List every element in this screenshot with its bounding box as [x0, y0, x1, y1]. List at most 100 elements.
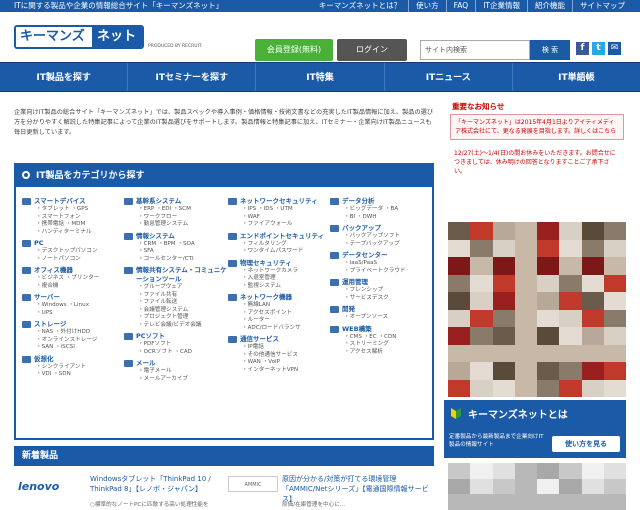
category-heading[interactable]: 情報システム	[124, 232, 228, 241]
twitter-icon[interactable]: t	[592, 42, 605, 55]
category-item[interactable]: ・ADC/ロードバランサ	[228, 325, 332, 333]
category-heading[interactable]: 通信サービス	[228, 335, 332, 344]
site-logo[interactable]: キーマンズ ネット	[14, 25, 144, 49]
category-heading[interactable]: 運用管理	[330, 278, 434, 287]
nav-news[interactable]: ITニュース	[385, 63, 513, 91]
nav-seminars[interactable]: ITセミナーを探す	[128, 63, 257, 91]
category-item[interactable]: ・その他通信サービス	[228, 352, 332, 360]
category-heading[interactable]: 開発	[330, 305, 434, 314]
nav-features[interactable]: IT特集	[256, 63, 385, 91]
category-item[interactable]: ・無線LAN	[228, 302, 332, 310]
login-button[interactable]: ログイン	[337, 39, 407, 61]
top-link-sitemap[interactable]: サイトマップ	[572, 0, 632, 12]
facebook-icon[interactable]: f	[576, 42, 589, 55]
category-item[interactable]: ・入退室管理	[228, 275, 332, 283]
search-input[interactable]: サイト内検索	[420, 40, 530, 60]
category-heading[interactable]: 基幹系システム	[124, 197, 228, 206]
category-item[interactable]: ・サービスデスク	[330, 295, 434, 303]
category-heading[interactable]: サーバー	[22, 293, 126, 302]
nav-glossary[interactable]: IT単語帳	[513, 63, 640, 91]
category-heading[interactable]: PC	[22, 239, 126, 248]
category-item[interactable]: ・CRM ・BPM ・SOA	[124, 241, 228, 249]
news-item-title[interactable]: Windowsタブレット「ThinkPad 10 / ThinkPad 8」【レ…	[90, 474, 230, 494]
nav-products[interactable]: IT製品を探す	[0, 63, 129, 91]
category-heading[interactable]: スマートデバイス	[22, 197, 126, 206]
mail-icon[interactable]: ✉	[608, 42, 621, 55]
notice-text[interactable]: 「キーマンズネット」は2015年4月1日よりアイティメディア株式会社にて、更なる…	[450, 114, 624, 140]
category-item[interactable]: ・UPS	[22, 310, 126, 318]
category-heading[interactable]: バックアップ	[330, 224, 434, 233]
category-item[interactable]: ・ネットワークカメラ	[228, 268, 332, 276]
category-item[interactable]: ・プロジェクト管理	[124, 314, 228, 322]
category-item[interactable]: ・フィルタリング	[228, 241, 332, 249]
category-item[interactable]: ・アクセス解析	[330, 349, 434, 357]
category-item[interactable]: ・CMS ・EC ・CDN	[330, 334, 434, 342]
top-link-company[interactable]: IT企業情報	[475, 0, 527, 12]
category-heading[interactable]: WEB構築	[330, 325, 434, 334]
category-item[interactable]: ・ビッグデータ ・BA	[330, 206, 434, 214]
category-item[interactable]: ・インターネットVPN	[228, 367, 332, 375]
category-item[interactable]: ・ERP ・EDI ・SCM	[124, 206, 228, 214]
category-item[interactable]: ・会議管理システム	[124, 307, 228, 315]
category-item[interactable]: ・ハンディターミナル	[22, 229, 126, 237]
category-item[interactable]: ・スマートフォン	[22, 214, 126, 222]
category-heading[interactable]: エンドポイントセキュリティ	[228, 232, 332, 241]
category-item[interactable]: ・PDFソフト	[124, 341, 228, 349]
banner-ad[interactable]	[448, 222, 626, 397]
top-link-usage[interactable]: 使い方	[408, 0, 446, 12]
category-item[interactable]: ・電子メール	[124, 368, 228, 376]
top-link-referral[interactable]: 紹介機能	[527, 0, 572, 12]
category-heading[interactable]: ネットワークセキュリティ	[228, 197, 332, 206]
category-item[interactable]: ・ルーター	[228, 317, 332, 325]
category-heading[interactable]: データ分析	[330, 197, 434, 206]
top-link-faq[interactable]: FAQ	[445, 0, 476, 12]
category-item[interactable]: ・テープバックアップ	[330, 241, 434, 249]
category-item[interactable]: ・IP電話	[228, 344, 332, 352]
category-item[interactable]: ・Windows ・Linux	[22, 302, 126, 310]
category-item[interactable]: ・タブレット ・GPS	[22, 206, 126, 214]
category-heading[interactable]: データセンター	[330, 251, 434, 260]
category-item[interactable]: ・ファイル共有	[124, 292, 228, 300]
category-heading[interactable]: PCソフト	[124, 332, 228, 341]
category-item[interactable]: ・OCRソフト ・CAD	[124, 349, 228, 357]
category-item[interactable]: ・ファイアウォール	[228, 221, 332, 229]
category-item[interactable]: ・デスクトップパソコン	[22, 248, 126, 256]
category-item[interactable]: ・シンクライアント	[22, 364, 126, 372]
category-item[interactable]: ・オンラインストレージ	[22, 337, 126, 345]
category-item[interactable]: ・WAN ・VoIP	[228, 359, 332, 367]
category-item[interactable]: ・SAN ・iSCSI	[22, 344, 126, 352]
category-item[interactable]: ・BI ・DWH	[330, 214, 434, 222]
category-heading[interactable]: オフィス機器	[22, 266, 126, 275]
category-item[interactable]: ・NAS ・外付けHDD	[22, 329, 126, 337]
category-item[interactable]: ・勤怠管理システム	[124, 221, 228, 229]
category-heading[interactable]: ネットワーク機器	[228, 293, 332, 302]
category-item[interactable]: ・WAF	[228, 214, 332, 222]
category-item[interactable]: ・ノートパソコン	[22, 256, 126, 264]
category-item[interactable]: ・テレビ会議/ビデオ会議	[124, 322, 228, 330]
category-heading[interactable]: 情報共有システム・コミュニケーションツール	[124, 266, 228, 284]
category-item[interactable]: ・バックアップソフト	[330, 233, 434, 241]
category-heading[interactable]: ストレージ	[22, 320, 126, 329]
category-item[interactable]: ・プライベートクラウド	[330, 268, 434, 276]
category-item[interactable]: ・グループウェア	[124, 284, 228, 292]
category-heading[interactable]: メール	[124, 359, 228, 368]
category-item[interactable]: ・オープンソース	[330, 314, 434, 322]
top-link-about[interactable]: キーマンズネットとは？	[312, 0, 408, 12]
category-item[interactable]: ・アクセスポイント	[228, 310, 332, 318]
category-item[interactable]: ・ワンタイムパスワード	[228, 248, 332, 256]
search-button[interactable]: 検 索	[530, 40, 570, 60]
about-banner[interactable]: キーマンズネットとは 定番製品から最新製品まで企業向けIT製品の情報サイト 使い…	[444, 400, 626, 458]
category-heading[interactable]: 仮想化	[22, 355, 126, 364]
category-heading[interactable]: 物理セキュリティ	[228, 259, 332, 268]
category-item[interactable]: ・VDI ・SDN	[22, 371, 126, 379]
category-item[interactable]: ・ファイル転送	[124, 299, 228, 307]
category-item[interactable]: ・複合機	[22, 283, 126, 291]
category-item[interactable]: ・コールセンター/CTI	[124, 256, 228, 264]
category-item[interactable]: ・ストリーミング	[330, 341, 434, 349]
category-item[interactable]: ・ワークフロー	[124, 214, 228, 222]
category-item[interactable]: ・ビジネス ・プリンター	[22, 275, 126, 283]
category-item[interactable]: ・メールアーカイブ	[124, 376, 228, 384]
category-item[interactable]: ・携帯電話 ・MDM	[22, 221, 126, 229]
banner-ad-2[interactable]	[448, 463, 626, 510]
category-item[interactable]: ・SFA	[124, 248, 228, 256]
